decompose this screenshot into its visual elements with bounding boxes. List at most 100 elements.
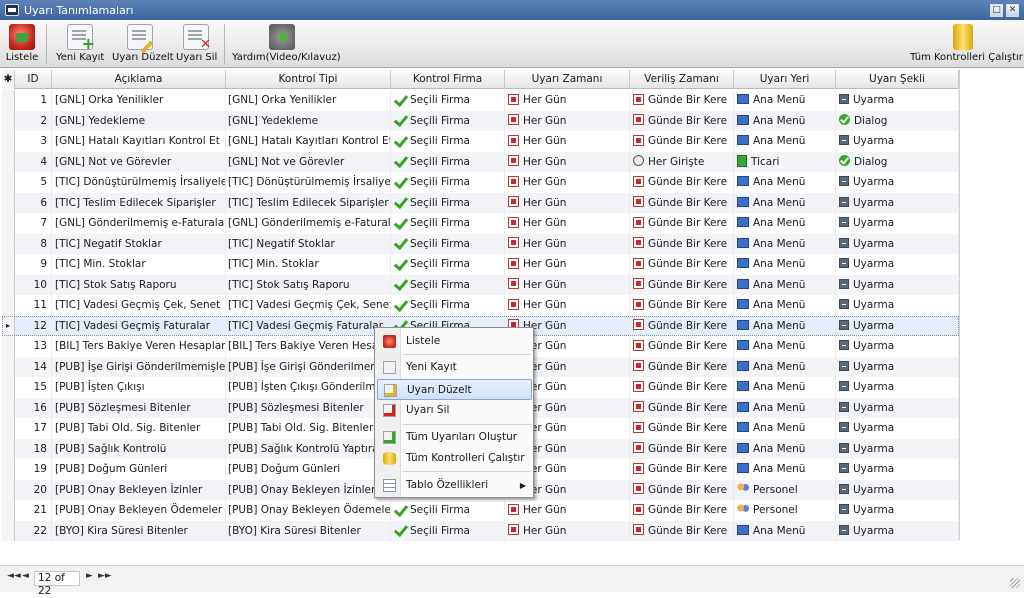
cell-kontrol-tipi: [PUB] İşe Girişi Gönderilmemişler: [226, 356, 391, 377]
table-row[interactable]: 8 [TIC] Negatif Stoklar [TIC] Negatif Stok…: [2, 233, 959, 254]
table-row[interactable]: 1 [GNL] Orka Yenilikler [GNL] Orka Yenilik…: [2, 90, 959, 111]
yeni-kayit-button[interactable]: Yeni Kayıt: [56, 22, 104, 66]
cell-kontrol-firma: Seçili Firma: [391, 254, 505, 275]
submenu-arrow-icon: ▶: [519, 481, 526, 490]
cell-kontrol-firma: Seçili Firma: [391, 500, 505, 521]
close-button[interactable]: ✕: [1006, 4, 1019, 17]
row-indicator: [2, 500, 15, 521]
cell-uyari-sekli: Uyarma: [836, 172, 959, 193]
cell-uyari-sekli: Uyarma: [836, 459, 959, 480]
calendar-icon: [508, 278, 519, 289]
listele-button[interactable]: Listele: [5, 22, 39, 66]
cell-uyari-sekli: Uyarma: [836, 377, 959, 398]
cell-verilis-zamani: Günde Bir Kere: [630, 315, 734, 336]
warning-icon: [839, 401, 849, 412]
resize-grip-icon[interactable]: [1010, 578, 1020, 588]
menu-item-yeni-kayit[interactable]: Yeni Kayıt: [377, 357, 532, 378]
clock-icon: [633, 155, 644, 166]
cell-id: 8: [15, 233, 52, 254]
cell-uyari-yeri: Ana Menü: [734, 315, 836, 336]
table-row[interactable]: 10 [TIC] Stok Satış Raporu [TIC] Stok Satı…: [2, 274, 959, 295]
table-row[interactable]: 5 [TIC] Dönüştürülmemiş İrsaliyeler [TIC] …: [2, 172, 959, 193]
cell-uyari-zamani: Her Gün: [505, 254, 630, 275]
cell-id: 1: [15, 90, 52, 111]
cell-uyari-zamani: Her Gün: [505, 233, 630, 254]
cell-id: 13: [15, 336, 52, 357]
yardim-button[interactable]: Yardım(Video/Kılavuz): [232, 22, 341, 66]
menu-item-uyari-duzelt[interactable]: Uyarı Düzelt: [377, 379, 532, 400]
cell-aciklama: [PUB] Tabi Old. Sig. Bitenler: [52, 418, 226, 439]
maximize-button[interactable]: □: [990, 4, 1003, 17]
column-header-kontrol-tipi[interactable]: Kontrol Tipi: [226, 70, 391, 89]
cell-kontrol-tipi: [GNL] Not ve Görevler: [226, 151, 391, 172]
warning-icon: [839, 135, 849, 145]
column-header-uyari-zamani[interactable]: Uyarı Zamanı: [505, 70, 630, 89]
row-indicator: [2, 438, 15, 459]
cell-uyari-sekli: Uyarma: [836, 500, 959, 521]
column-header-uyari-yeri[interactable]: Uyarı Yeri: [734, 70, 836, 89]
table-row[interactable]: 21 [PUB] Onay Bekleyen Ödemeler [PUB] Onay…: [2, 500, 959, 521]
calendar-icon: [633, 114, 644, 125]
database-icon: [953, 24, 973, 50]
record-position[interactable]: 12 of 22: [34, 571, 80, 597]
menu-item-listele[interactable]: Listele: [377, 331, 532, 352]
column-header-kontrol-firma[interactable]: Kontrol Firma: [391, 70, 505, 89]
table-row[interactable]: 2 [GNL] Yedekleme [GNL] Yedekleme Seçili Fi…: [2, 110, 959, 131]
calendar-icon: [633, 298, 644, 310]
column-header-verilis-zamani[interactable]: Veriliş Zamanı: [630, 70, 734, 89]
calendar-icon: [633, 524, 644, 535]
monitor-icon: [737, 422, 749, 432]
monitor-icon: [737, 299, 749, 309]
cell-kontrol-firma: Seçili Firma: [391, 151, 505, 172]
table-row[interactable]: 3 [GNL] Hatalı Kayıtları Kontrol Et [GNL] …: [2, 131, 959, 152]
menu-item-tum-uyarilari-olustur[interactable]: Tüm Uyarıları Oluştur: [377, 427, 532, 448]
first-record-button[interactable]: ◄◄: [7, 571, 21, 581]
calendar-icon: [508, 257, 519, 269]
next-record-button[interactable]: ►: [86, 571, 93, 581]
column-header-id[interactable]: ID: [15, 70, 52, 89]
menu-item-tum-kontrolleri[interactable]: Tüm Kontrolleri Çalıştır: [377, 448, 532, 469]
cell-verilis-zamani: Günde Bir Kere: [630, 274, 734, 295]
cell-aciklama: [PUB] Doğum Günleri: [52, 459, 226, 480]
menu-item-tablo-ozellikleri[interactable]: Tablo Özellikleri ▶: [377, 475, 532, 496]
cell-aciklama: [PUB] Onay Bekleyen İzinler: [52, 479, 226, 500]
warning-icon: [839, 217, 849, 227]
cell-kontrol-tipi: [GNL] Gönderilmemiş e-Faturalar: [226, 213, 391, 234]
table-row[interactable]: 7 [GNL] Gönderilmemiş e-Faturalar [GNL] Gö…: [2, 213, 959, 234]
tum-kontrolleri-button[interactable]: Tüm Kontrolleri Çalıştır: [910, 22, 1023, 66]
monitor-icon: [737, 360, 749, 371]
cell-verilis-zamani: Günde Bir Kere: [630, 438, 734, 459]
prev-record-button[interactable]: ◄: [22, 571, 29, 581]
cell-verilis-zamani: Her Girişte: [630, 151, 734, 172]
column-header-aciklama[interactable]: Açıklama: [52, 70, 226, 89]
cell-uyari-yeri: Ana Menü: [734, 131, 836, 152]
table-row[interactable]: 11 [TIC] Vadesi Geçmiş Çek, Senet [TIC] Va…: [2, 295, 959, 316]
uyari-duzelt-button[interactable]: Uyarı Düzelt: [112, 22, 174, 66]
cell-kontrol-firma: Seçili Firma: [391, 233, 505, 254]
row-indicator: [2, 90, 15, 111]
monitor-icon: [737, 524, 749, 535]
table-row[interactable]: 22 [BYO] Kira Süresi Bitenler [BYO] Kira S…: [2, 520, 959, 541]
calendar-icon: [633, 380, 644, 392]
column-header-uyari-sekli[interactable]: Uyarı Şekli: [836, 70, 959, 89]
cell-kontrol-tipi: [BYO] Kira Süresi Bitenler: [226, 520, 391, 541]
cell-id: 4: [15, 151, 52, 172]
cell-verilis-zamani: Günde Bir Kere: [630, 377, 734, 398]
table-row[interactable]: 9 [TIC] Min. Stoklar [TIC] Min. Stoklar Seç…: [2, 254, 959, 275]
last-record-button[interactable]: ►►: [98, 571, 112, 581]
calendar-icon: [508, 134, 519, 146]
cell-uyari-sekli: Uyarma: [836, 479, 959, 500]
table-row[interactable]: 6 [TIC] Teslim Edilecek Siparişler [TIC] T…: [2, 192, 959, 213]
table-properties-icon: [383, 479, 396, 492]
warning-icon: [839, 504, 849, 514]
uyari-sil-button[interactable]: Uyarı Sil: [176, 22, 217, 66]
monitor-icon: [737, 114, 749, 125]
cell-verilis-zamani: Günde Bir Kere: [630, 336, 734, 357]
table-row[interactable]: 4 [GNL] Not ve Görevler [GNL] Not ve Görev…: [2, 151, 959, 172]
row-indicator: ▸: [2, 315, 15, 336]
menu-item-uyari-sil[interactable]: Uyarı Sil: [377, 400, 532, 421]
row-indicator: [2, 520, 15, 541]
monitor-icon: [737, 196, 749, 207]
cell-verilis-zamani: Günde Bir Kere: [630, 213, 734, 234]
cell-kontrol-tipi: [TIC] Teslim Edilecek Siparişler: [226, 192, 391, 213]
